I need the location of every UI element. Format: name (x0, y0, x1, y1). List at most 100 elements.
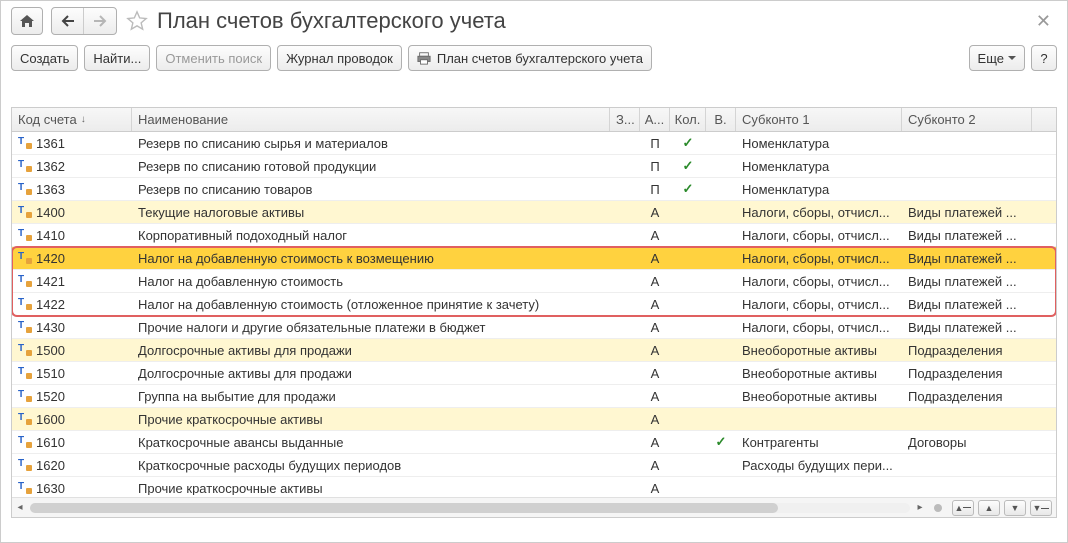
cell-code: 1630 (12, 479, 132, 496)
table-row[interactable]: 1510Долгосрочные активы для продажиАВнео… (12, 362, 1056, 385)
cell-z (610, 141, 640, 145)
account-icon (18, 390, 32, 402)
cell-v (706, 210, 736, 214)
cell-z (610, 371, 640, 375)
table-row[interactable]: 1500Долгосрочные активы для продажиАВнео… (12, 339, 1056, 362)
account-icon (18, 229, 32, 241)
cell-a: П (640, 157, 670, 176)
scroll-down-button[interactable]: ▼ (1004, 500, 1026, 516)
scroll-up-button[interactable]: ▲ (978, 500, 1000, 516)
cell-a: А (640, 456, 670, 475)
col-sub2[interactable]: Субконто 2 (902, 108, 1032, 131)
cell-sub1: Налоги, сборы, отчисл... (736, 295, 902, 314)
table-row[interactable]: 1420Налог на добавленную стоимость к воз… (12, 247, 1056, 270)
star-icon (126, 10, 148, 32)
cell-code: 1600 (12, 410, 132, 429)
cell-kol (670, 463, 706, 467)
cell-z (610, 187, 640, 191)
cell-z (610, 325, 640, 329)
cell-a: А (640, 433, 670, 452)
cell-sub2: Договоры (902, 433, 1032, 452)
scroll-bottom-button[interactable]: ▼ (1030, 500, 1052, 516)
cell-code: 1420 (12, 249, 132, 268)
journal-button[interactable]: Журнал проводок (277, 45, 402, 71)
col-z[interactable]: З... (610, 108, 640, 131)
horizontal-scrollbar[interactable]: ◂ ▸ ▲ ▲ ▼ ▼ (12, 497, 1056, 517)
account-icon (18, 436, 32, 448)
scroll-nav-buttons: ▲ ▲ ▼ ▼ (952, 500, 1056, 516)
cell-code: 1363 (12, 180, 132, 199)
table-row[interactable]: 1400Текущие налоговые активыАНалоги, сбо… (12, 201, 1056, 224)
table-row[interactable]: 1363Резерв по списанию товаровП✓Номенкла… (12, 178, 1056, 201)
col-a[interactable]: А... (640, 108, 670, 131)
cell-name: Долгосрочные активы для продажи (132, 341, 610, 360)
account-icon (18, 344, 32, 356)
toolbar: Создать Найти... Отменить поиск Журнал п… (1, 39, 1067, 77)
table-row[interactable]: 1410Корпоративный подоходный налогАНалог… (12, 224, 1056, 247)
table-row[interactable]: 1620Краткосрочные расходы будущих период… (12, 454, 1056, 477)
cell-z (610, 233, 640, 237)
create-button[interactable]: Создать (11, 45, 78, 71)
account-icon (18, 206, 32, 218)
cell-sub1: Налоги, сборы, отчисл... (736, 318, 902, 337)
cell-a: А (640, 479, 670, 496)
cell-name: Текущие налоговые активы (132, 203, 610, 222)
account-icon (18, 160, 32, 172)
table-row[interactable]: 1630Прочие краткосрочные активыА (12, 477, 1056, 495)
cell-name: Резерв по списанию готовой продукции (132, 157, 610, 176)
table-row[interactable]: 1422Налог на добавленную стоимость (отло… (12, 293, 1056, 316)
cell-kol (670, 486, 706, 490)
cell-name: Краткосрочные расходы будущих периодов (132, 456, 610, 475)
cell-kol (670, 302, 706, 306)
col-kol[interactable]: Кол. (670, 108, 706, 131)
table-body: 1361Резерв по списанию сырья и материало… (12, 132, 1056, 495)
scroll-right-icon[interactable]: ▸ (912, 500, 928, 516)
cell-sub2: Подразделения (902, 364, 1032, 383)
scroll-track[interactable] (30, 503, 910, 513)
home-button[interactable] (11, 7, 43, 35)
favorite-star-button[interactable] (125, 9, 149, 33)
cell-sub2: Виды платежей ... (902, 295, 1032, 314)
forward-button[interactable] (84, 8, 116, 34)
cell-v (706, 463, 736, 467)
table-row[interactable]: 1610Краткосрочные авансы выданныеА✓Контр… (12, 431, 1056, 454)
col-code[interactable]: Код счета↓ (12, 108, 132, 131)
cell-v (706, 279, 736, 283)
back-button[interactable] (52, 8, 84, 34)
cell-kol: ✓ (670, 156, 706, 176)
col-name[interactable]: Наименование (132, 108, 610, 131)
table-row[interactable]: 1520Группа на выбытие для продажиАВнеобо… (12, 385, 1056, 408)
cell-name: Резерв по списанию товаров (132, 180, 610, 199)
print-report-button[interactable]: План счетов бухгалтерского учета (408, 45, 652, 71)
table-row[interactable]: 1421Налог на добавленную стоимостьАНалог… (12, 270, 1056, 293)
cell-sub2 (902, 141, 1032, 145)
close-button[interactable]: ✕ (1030, 11, 1057, 32)
cell-code: 1422 (12, 295, 132, 314)
table-row[interactable]: 1430Прочие налоги и другие обязательные … (12, 316, 1056, 339)
more-button[interactable]: Еще (969, 45, 1025, 71)
table-row[interactable]: 1361Резерв по списанию сырья и материало… (12, 132, 1056, 155)
find-button[interactable]: Найти... (84, 45, 150, 71)
cell-sub2: Виды платежей ... (902, 203, 1032, 222)
cancel-search-button[interactable]: Отменить поиск (156, 45, 271, 71)
cell-sub2: Подразделения (902, 387, 1032, 406)
cell-a: А (640, 226, 670, 245)
cell-sub1: Номенклатура (736, 180, 902, 199)
cell-sub1 (736, 417, 902, 421)
cell-z (610, 256, 640, 260)
cell-sub1 (736, 486, 902, 490)
cell-sub1: Налоги, сборы, отчисл... (736, 226, 902, 245)
cell-a: А (640, 295, 670, 314)
col-sub1[interactable]: Субконто 1 (736, 108, 902, 131)
cell-code: 1520 (12, 387, 132, 406)
scroll-left-icon[interactable]: ◂ (12, 500, 28, 516)
table-row[interactable]: 1362Резерв по списанию готовой продукции… (12, 155, 1056, 178)
cell-sub2 (902, 463, 1032, 467)
account-icon (18, 482, 32, 494)
cell-kol (670, 233, 706, 237)
scroll-top-button[interactable]: ▲ (952, 500, 974, 516)
table-row[interactable]: 1600Прочие краткосрочные активыА (12, 408, 1056, 431)
help-button[interactable]: ? (1031, 45, 1057, 71)
col-v[interactable]: В. (706, 108, 736, 131)
scroll-thumb[interactable] (30, 503, 778, 513)
